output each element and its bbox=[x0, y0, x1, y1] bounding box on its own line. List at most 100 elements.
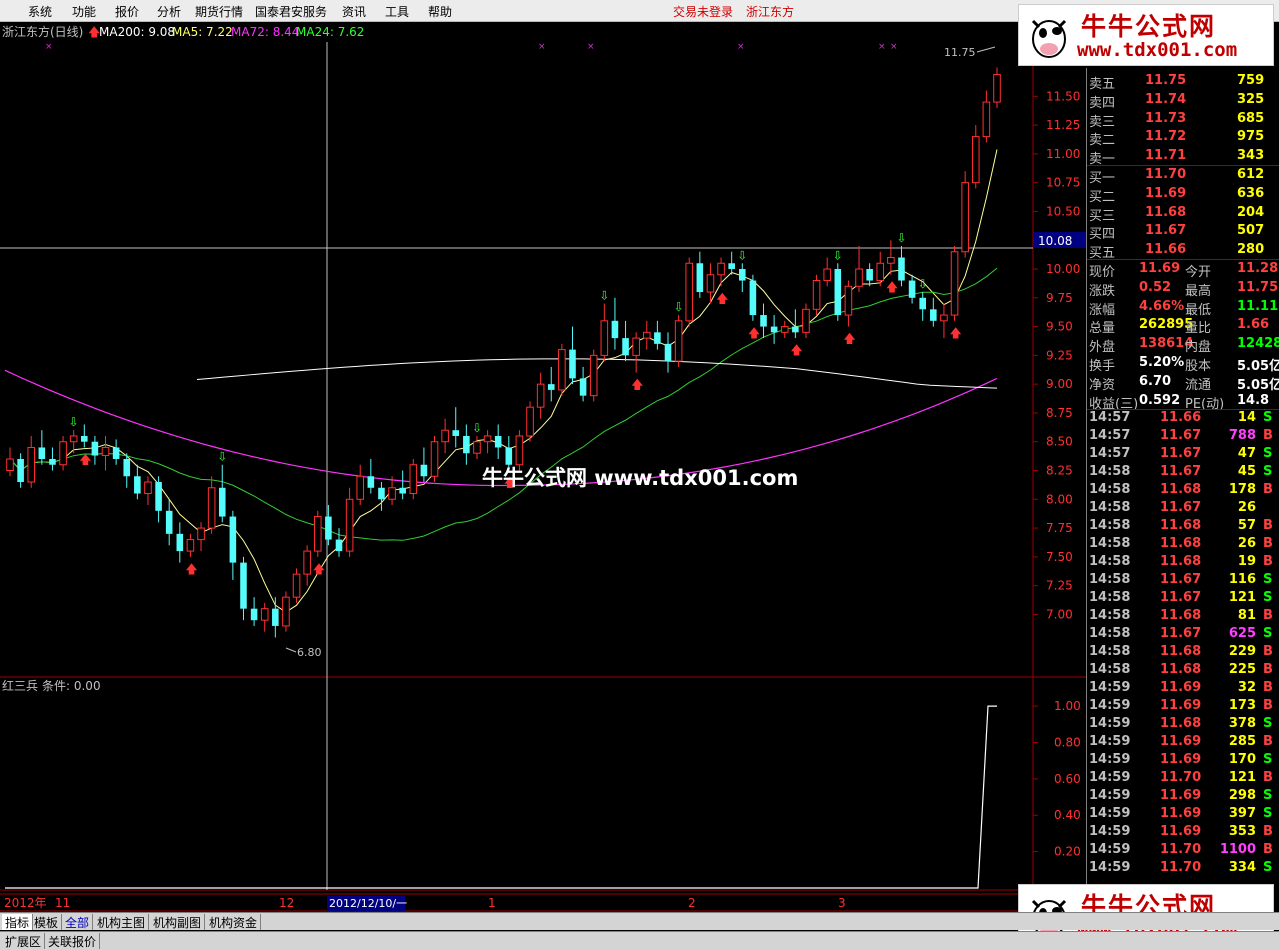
tick-time: 14:59 bbox=[1089, 680, 1131, 696]
candle-body bbox=[494, 435, 502, 448]
candle-body bbox=[441, 429, 449, 443]
tick-volume: 285 bbox=[1228, 734, 1256, 750]
candle-body bbox=[589, 354, 598, 397]
stat-value: 6.70 bbox=[1139, 373, 1172, 389]
candle-body bbox=[611, 320, 619, 339]
candle-body bbox=[961, 182, 969, 253]
stat-value: 4.66% bbox=[1139, 298, 1185, 314]
date-label-feb: 2 bbox=[688, 896, 696, 910]
tick-volume: 121 bbox=[1228, 770, 1256, 786]
tick-price: 11.69 bbox=[1160, 698, 1202, 714]
menu-system[interactable]: 系统 bbox=[28, 3, 52, 20]
stat-row: 涨跌 0.52 最高 11.75 bbox=[1087, 279, 1279, 299]
candle-body bbox=[834, 269, 842, 316]
tick-time: 14:58 bbox=[1089, 572, 1131, 588]
menu-tools[interactable]: 工具 bbox=[385, 3, 409, 20]
stat-value: 0.52 bbox=[1139, 279, 1172, 295]
tick-side: B bbox=[1263, 554, 1273, 570]
tick-volume: 26 bbox=[1237, 536, 1256, 552]
price-tick-label: 9.25 bbox=[1046, 348, 1073, 362]
stat-value: 11.69 bbox=[1139, 261, 1181, 276]
menu-analysis[interactable]: 分析 bbox=[157, 3, 181, 20]
candle-body bbox=[463, 435, 470, 454]
tick-row: 14:59 11.68 378 S bbox=[1087, 715, 1279, 733]
tick-side: B bbox=[1263, 770, 1273, 786]
event-marker-icon: × bbox=[890, 42, 898, 52]
tab-all[interactable]: 全部 bbox=[62, 914, 94, 930]
tick-volume: 81 bbox=[1237, 608, 1256, 624]
tick-row: 14:58 11.68 178 B bbox=[1087, 481, 1279, 499]
tab-funds[interactable]: 机构资金 bbox=[206, 914, 262, 930]
candle-body bbox=[632, 337, 640, 356]
tick-row: 14:58 11.68 19 B bbox=[1087, 553, 1279, 571]
buy-arrow-icon: 🡅 bbox=[185, 562, 197, 576]
tab-template[interactable]: 模板 bbox=[31, 914, 63, 930]
stat-label: 外盘 bbox=[1089, 340, 1116, 356]
buy-arrow-icon: 🡅 bbox=[790, 343, 802, 357]
tick-row: 14:57 11.67 788 B bbox=[1087, 427, 1279, 445]
tab-main-chart[interactable]: 机构主图 bbox=[94, 914, 150, 930]
trade-status[interactable]: 交易未登录 bbox=[673, 3, 733, 20]
menu-help[interactable]: 帮助 bbox=[428, 3, 452, 20]
candle-body bbox=[356, 475, 365, 500]
tick-time: 14:59 bbox=[1089, 860, 1131, 876]
tab-extension[interactable]: 扩展区 bbox=[2, 933, 46, 949]
tick-row: 14:57 11.66 14 S bbox=[1087, 409, 1279, 427]
bid-price: 11.69 bbox=[1145, 185, 1187, 201]
menu-futures[interactable]: 期货行情 bbox=[195, 3, 243, 20]
ask-row: 卖三 11.73 685 bbox=[1087, 110, 1279, 130]
tick-price: 11.69 bbox=[1160, 788, 1202, 804]
tick-side: S bbox=[1263, 572, 1273, 588]
candle-body bbox=[812, 280, 821, 310]
tick-side: S bbox=[1263, 752, 1273, 768]
candle-body bbox=[282, 596, 290, 627]
tab-related-quote[interactable]: 关联报价 bbox=[45, 933, 101, 949]
candle-body bbox=[823, 268, 831, 282]
candle-body bbox=[760, 315, 767, 327]
tab-sub-chart[interactable]: 机构副图 bbox=[150, 914, 206, 930]
stat-label: 股本 bbox=[1185, 359, 1212, 374]
tick-side: B bbox=[1263, 824, 1273, 840]
tab-indicator[interactable]: 指标 bbox=[2, 914, 34, 930]
tick-time: 14:59 bbox=[1089, 806, 1131, 822]
buy-arrow-icon: 🡅 bbox=[313, 562, 325, 576]
stock-name: 浙江东方 bbox=[746, 5, 795, 19]
candle-body bbox=[38, 447, 46, 459]
tick-price: 11.67 bbox=[1160, 626, 1202, 642]
menu-quote[interactable]: 报价 bbox=[115, 3, 139, 20]
date-label-jan: 1 bbox=[488, 896, 496, 910]
tick-price: 11.67 bbox=[1160, 464, 1202, 480]
stat-label: 量比 bbox=[1185, 321, 1212, 337]
tick-price: 11.69 bbox=[1160, 806, 1202, 822]
cursor-price: 10.08 bbox=[1038, 234, 1072, 248]
tick-row: 14:58 11.68 81 B bbox=[1087, 607, 1279, 625]
menu-broker-service[interactable]: 国泰君安服务 bbox=[255, 3, 327, 20]
candle-body bbox=[272, 608, 279, 626]
bid-label: 买三 bbox=[1089, 208, 1116, 224]
ask-volume: 325 bbox=[1237, 91, 1265, 107]
menu-function[interactable]: 功能 bbox=[72, 3, 96, 20]
candle-body bbox=[91, 441, 99, 456]
candle-body bbox=[993, 73, 1001, 103]
legend-ma24: MA24: 7.62 bbox=[296, 25, 364, 39]
candle-body bbox=[155, 482, 162, 511]
bid-price: 11.66 bbox=[1145, 242, 1187, 258]
candle-body bbox=[49, 458, 56, 465]
tick-row: 14:59 11.69 397 S bbox=[1087, 805, 1279, 823]
ask-volume: 685 bbox=[1237, 110, 1265, 126]
price-tick-label: 10.50 bbox=[1046, 204, 1080, 218]
candle-body bbox=[887, 256, 895, 264]
candle-body bbox=[452, 430, 460, 436]
tick-volume: 1100 bbox=[1219, 842, 1256, 858]
tick-price: 11.70 bbox=[1160, 770, 1202, 786]
candle-body bbox=[919, 297, 926, 310]
candle-body bbox=[325, 516, 332, 540]
menu-news[interactable]: 资讯 bbox=[342, 3, 366, 20]
tick-time: 14:59 bbox=[1089, 788, 1131, 804]
price-tick-label: 9.50 bbox=[1046, 320, 1073, 334]
candle-body bbox=[313, 516, 322, 552]
tick-volume: 788 bbox=[1228, 428, 1256, 444]
tick-volume: 57 bbox=[1237, 518, 1256, 534]
candle-body bbox=[940, 314, 948, 322]
candle-body bbox=[515, 435, 524, 466]
